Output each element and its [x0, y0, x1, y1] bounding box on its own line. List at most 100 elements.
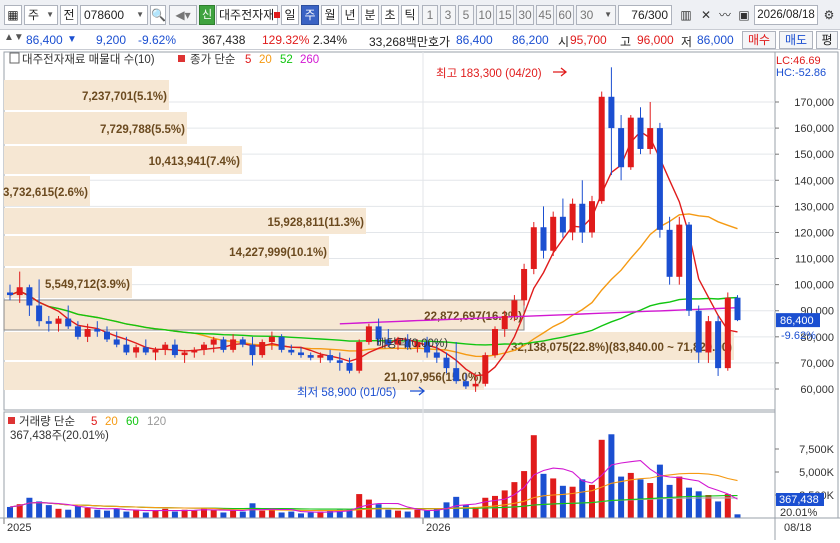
current-price-tag-label: 86,400: [780, 315, 814, 327]
chart-area[interactable]: 7,237,701(5.1%) 7,729,788(5.5%) 10,413,941…: [0, 50, 840, 540]
x-label-2026: 2026: [426, 522, 450, 534]
prev-button[interactable]: 전: [60, 5, 78, 25]
x-label-2025: 2025: [7, 522, 31, 534]
candle-body: [94, 328, 101, 332]
volume-bar: [511, 482, 518, 518]
market-select[interactable]: 주 ▼: [24, 5, 58, 25]
volume-bar: [133, 509, 140, 518]
volume-bar: [492, 495, 498, 518]
tab-minute[interactable]: 분: [361, 5, 379, 25]
line-tool-icon[interactable]: ✕: [697, 6, 715, 24]
gear-icon[interactable]: ⚙: [820, 6, 838, 24]
tab-month[interactable]: 월: [321, 5, 339, 25]
candle-body: [540, 227, 547, 251]
volume-profile-label: 5,549,712(3.9%): [45, 279, 130, 291]
quote-label: 호가: [428, 35, 451, 49]
interval-button[interactable]: 45: [536, 5, 554, 25]
volume-bar: [579, 479, 586, 518]
volume-bar: [608, 434, 615, 518]
crosshair-icon[interactable]: ▥: [677, 6, 695, 24]
price-change: 9,200: [96, 33, 127, 47]
interval-button[interactable]: 60: [556, 5, 574, 25]
candle-body: [521, 268, 528, 301]
sell-button[interactable]: 매도: [779, 31, 813, 49]
interval-button[interactable]: 30: [516, 5, 534, 25]
volume-bar: [569, 486, 576, 518]
volume-profile-label: 10,413,941(7.4%): [149, 156, 241, 168]
candle-body: [608, 96, 615, 129]
volume-bar: [414, 509, 421, 518]
code-input[interactable]: 078600 ▼: [80, 5, 148, 25]
chart-toolbar: ▦ 주 ▼ 전 078600 ▼ 🔍 ◀▾ 신 대주전자재 일 주 월 년 분 초 …: [0, 0, 840, 30]
price-volume-chart[interactable]: 7,237,701(5.1%) 7,729,788(5.5%) 10,413,941…: [0, 50, 840, 540]
volume-bar: [113, 508, 120, 518]
volume-profile-label: 7,237,701(5.1%): [82, 91, 167, 103]
speaker-icon[interactable]: ◀▾: [169, 5, 197, 25]
low-annotation: 최저 58,900 (01/05): [297, 386, 396, 399]
tab-second[interactable]: 초: [381, 5, 399, 25]
candle-body: [317, 355, 324, 358]
high-label: 고: [620, 35, 632, 49]
save-icon[interactable]: ▣: [735, 6, 753, 24]
low-label: 저: [681, 35, 693, 49]
candle-body: [501, 315, 508, 329]
stock-name[interactable]: 대주전자재: [216, 5, 278, 25]
candle-body: [152, 349, 159, 353]
grid-menu-icon[interactable]: ▦: [4, 5, 22, 25]
tab-day[interactable]: 일: [281, 5, 299, 25]
interval-select[interactable]: 30 ▼: [576, 5, 616, 25]
vol-ma20-label: 20: [105, 416, 118, 428]
interval-button[interactable]: 1: [422, 5, 438, 25]
hc-label: HC:-52.86: [776, 67, 826, 79]
candle-body: [686, 224, 692, 311]
volume-bar: [104, 510, 110, 518]
bid-price: 86,200: [512, 33, 549, 47]
candle-body: [26, 287, 33, 306]
candle-body: [162, 344, 169, 350]
search-icon[interactable]: 🔍: [150, 5, 166, 25]
candle-body: [288, 349, 295, 353]
candle-body: [336, 360, 343, 363]
volume-bar: [259, 510, 266, 518]
tab-week[interactable]: 주: [301, 5, 319, 25]
volume-bar: [715, 501, 722, 518]
volume-bar: [84, 507, 91, 518]
candle-body: [579, 203, 586, 233]
candle-body: [74, 326, 81, 337]
candle-body: [327, 355, 334, 361]
candle-body: [7, 292, 13, 296]
candle-body: [365, 326, 372, 343]
candle-body: [724, 297, 731, 369]
volume-legend-value: 367,438주(20.01%): [10, 430, 109, 442]
turnover-rate: 2.34%: [313, 33, 348, 47]
line-chart-icon[interactable]: 〰: [716, 6, 734, 24]
candle-body: [443, 357, 450, 369]
candle-body: [142, 347, 149, 353]
interval-button[interactable]: 15: [496, 5, 514, 25]
candle-body: [298, 352, 304, 356]
count-field[interactable]: 76/300: [618, 5, 672, 25]
flat-button[interactable]: 평: [816, 31, 838, 49]
interval-button[interactable]: 5: [458, 5, 474, 25]
volume-bar: [686, 487, 692, 518]
tab-tick[interactable]: 틱: [401, 5, 419, 25]
buy-button[interactable]: 매수: [742, 31, 776, 49]
current-pct-tag: -9.62%: [781, 330, 816, 342]
interval-button[interactable]: 10: [476, 5, 494, 25]
trade-amount: 33,268백만: [369, 35, 428, 49]
interval-value: 30: [580, 8, 594, 22]
candle-body: [16, 287, 23, 296]
date-field[interactable]: 2026/08/18: [754, 5, 818, 25]
candle-body: [627, 117, 634, 168]
volume-bar: [7, 506, 13, 518]
candle-body: [191, 349, 198, 353]
candle-body: [133, 347, 140, 353]
candle-body: [695, 310, 702, 353]
candle-body: [210, 339, 217, 345]
quote-info-row: ▲▼ 86,400 ▼ 9,200 -9.62% 367,438 129.32%…: [0, 30, 840, 50]
tab-year[interactable]: 년: [341, 5, 359, 25]
interval-button[interactable]: 3: [440, 5, 456, 25]
vol-ma60-label: 60: [126, 416, 139, 428]
legend-checkbox-icon[interactable]: [9, 52, 20, 64]
volume-bar: [142, 512, 149, 518]
